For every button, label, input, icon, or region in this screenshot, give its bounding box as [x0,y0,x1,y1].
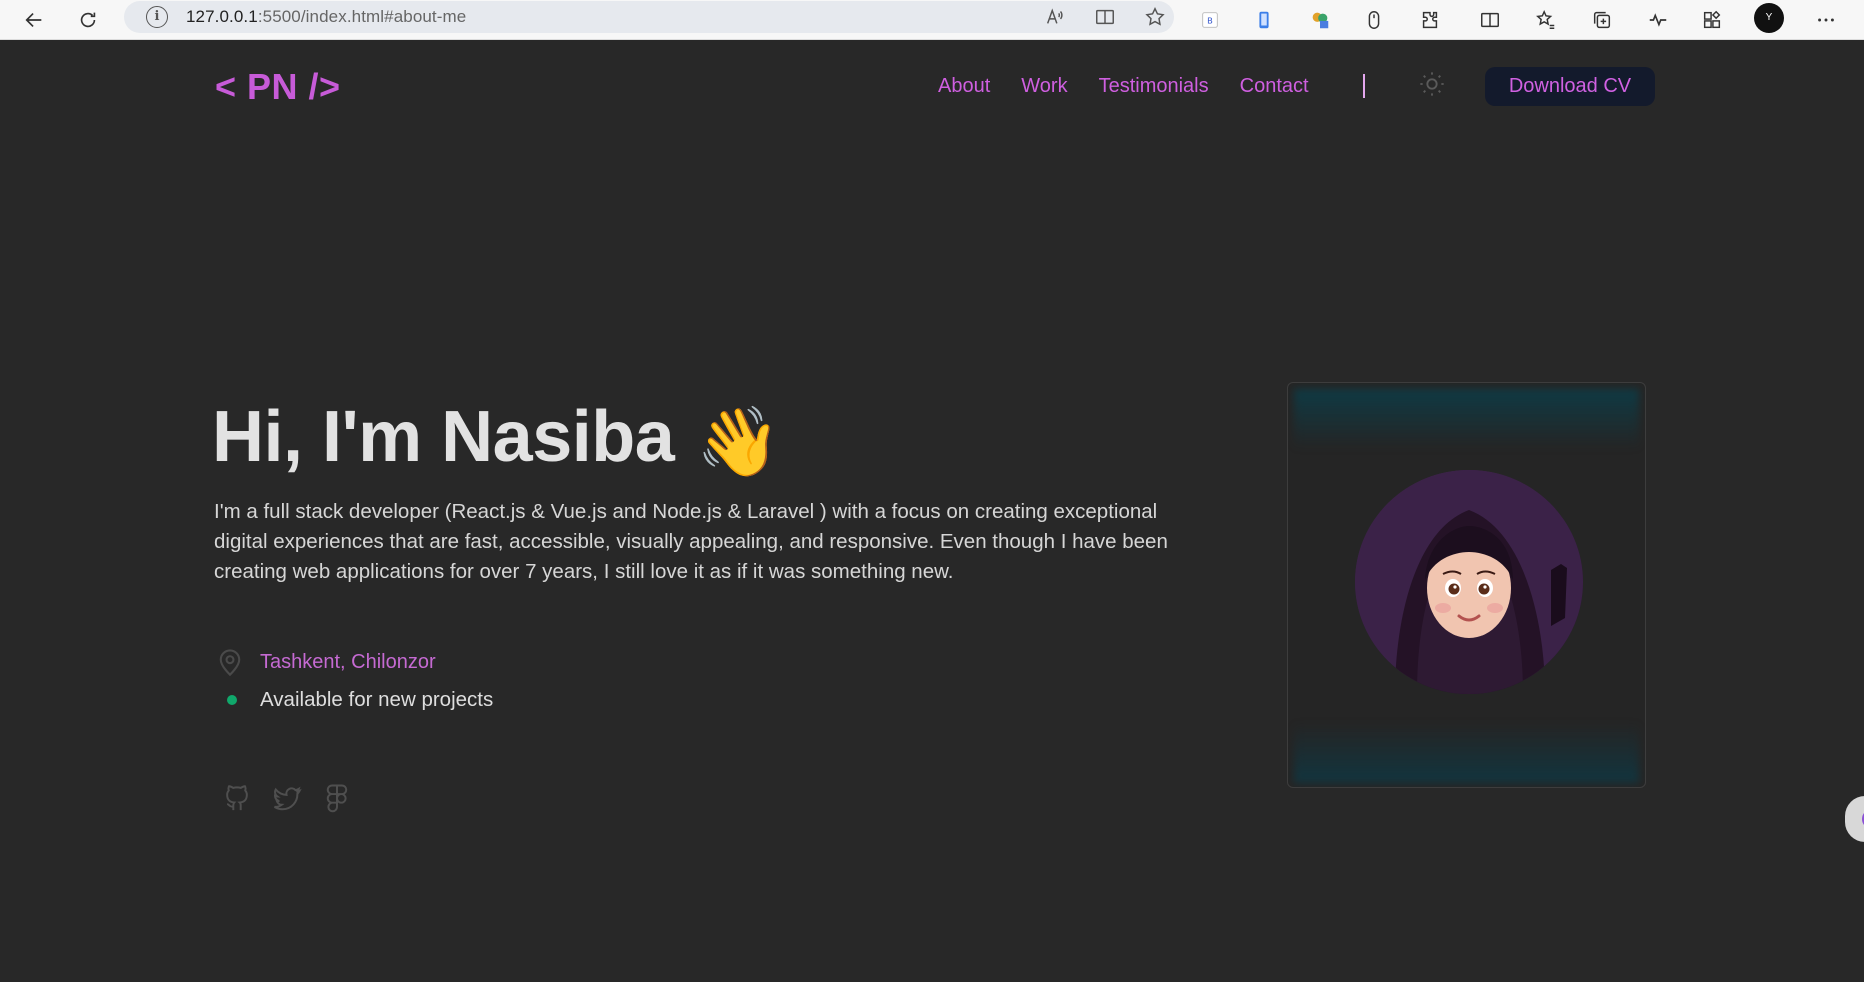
performance-icon[interactable] [1642,0,1674,40]
more-menu-icon[interactable] [1810,0,1842,40]
extensions-puzzle-icon[interactable] [1414,0,1446,40]
site-logo[interactable]: < PN /> [215,66,341,108]
favorite-star-icon[interactable] [1144,6,1166,28]
nav-testimonials[interactable]: Testimonials [1099,75,1209,98]
figma-icon[interactable] [322,783,352,815]
location: Tashkent, Chilonzor [216,647,436,677]
nav-work[interactable]: Work [1021,75,1067,98]
back-icon[interactable] [18,0,50,40]
favorites-icon[interactable] [1530,0,1562,40]
apps-icon[interactable] [1696,0,1728,40]
nav-about[interactable]: About [938,75,990,98]
profile-avatar[interactable]: Y [1754,3,1784,33]
svg-text:B: B [1207,16,1213,26]
waving-hand-icon: 👋 [696,404,781,480]
theme-toggle-sun-icon[interactable] [1418,70,1446,98]
sidebar-edge-tab[interactable] [1845,796,1864,842]
url-host: 127.0.0.1 [186,7,258,26]
download-cv-button[interactable]: Download CV [1485,67,1655,106]
collections-icon[interactable] [1586,0,1618,40]
split-screen-icon[interactable] [1474,0,1506,40]
immersive-reader-icon[interactable] [1094,6,1116,28]
extension-mouse-icon[interactable] [1358,0,1390,40]
github-icon[interactable] [222,783,252,815]
location-pin-icon [219,649,241,677]
availability-text: Available for new projects [260,688,494,711]
site-info-icon[interactable]: i [146,6,168,28]
extension-phone-icon[interactable] [1248,0,1280,40]
extension-color-icon[interactable] [1304,0,1336,40]
profile-photo [1355,470,1583,694]
main-nav: About Work Testimonials Contact [938,75,1309,98]
status-dot [227,695,237,705]
profile-photo-card [1287,382,1646,788]
hero-title: Hi, I'm Nasiba 👋 [212,396,781,482]
twitter-icon[interactable] [272,783,302,815]
extension-b-icon[interactable]: B [1194,0,1226,40]
read-aloud-icon[interactable] [1044,6,1066,28]
hero-title-text: Hi, I'm Nasiba [212,397,675,477]
social-links [222,783,352,815]
address-bar[interactable]: i 127.0.0.1:5500/index.html#about-me [124,1,1174,33]
refresh-icon[interactable] [72,0,104,40]
card-glow [1294,389,1639,449]
hero-description: I'm a full stack developer (React.js & V… [214,500,1168,583]
url-text[interactable]: 127.0.0.1:5500/index.html#about-me [186,7,466,27]
url-path: :5500/index.html#about-me [257,7,467,26]
availability: Available for new projects [216,688,493,712]
nav-contact[interactable]: Contact [1240,75,1309,98]
browser-toolbar: i 127.0.0.1:5500/index.html#about-me B Y [0,0,1864,40]
card-glow [1294,723,1639,783]
location-text: Tashkent, Chilonzor [260,650,436,673]
nav-divider [1363,74,1365,98]
